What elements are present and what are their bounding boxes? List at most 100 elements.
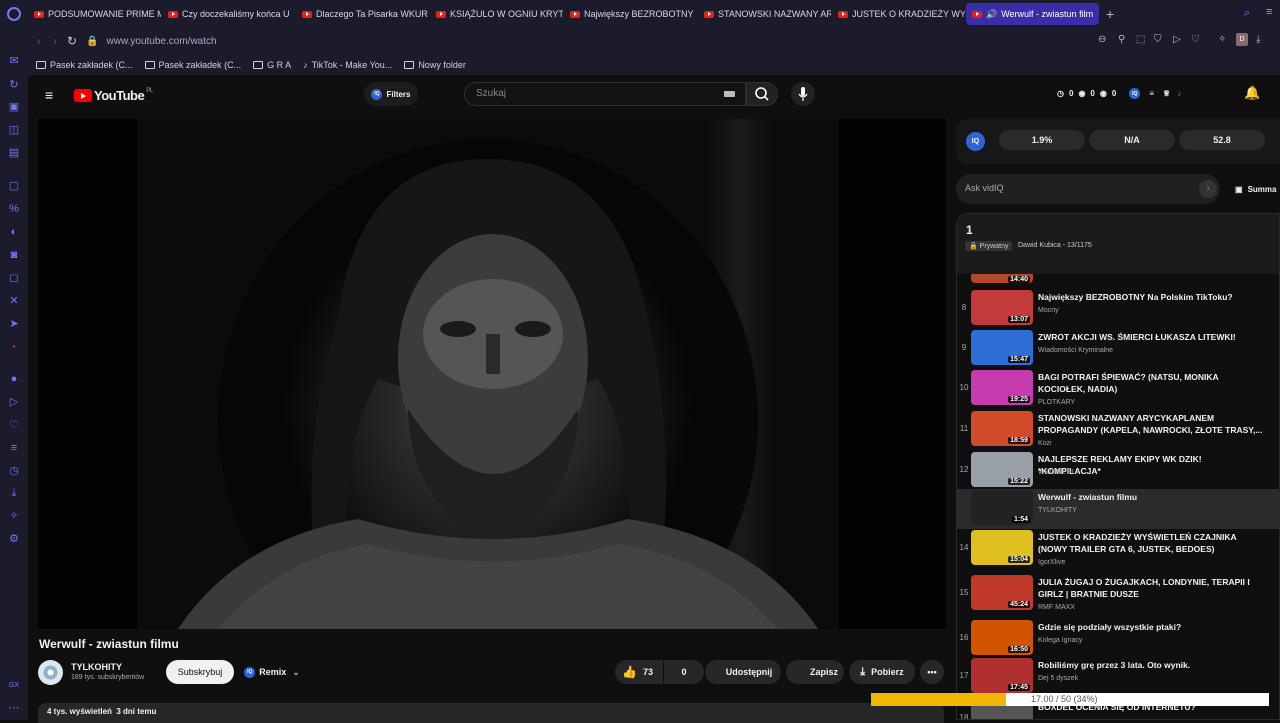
playlist-item-channel[interactable]: Kozi [1038,440,1052,447]
video-player[interactable] [38,119,946,629]
playlist-item-title[interactable]: Robiliśmy grę przez 3 lata. Oto wynik. [1038,659,1263,671]
alert-icon[interactable]: ♪ [1177,89,1181,98]
sidebar-messenger-icon[interactable]: ◐ [8,226,20,238]
playlist-item[interactable]: 14 15:04 JUSTEK O KRADZIEŻY WYŚWIETLEŃ CZA… [957,529,1279,569]
playlist-item-title[interactable]: JUSTEK O KRADZIEŻY WYŚWIETLEŃ CZAJNIKA (… [1038,531,1263,555]
tab-7[interactable]: JUSTEK O KRADZIEŻY WY [832,3,965,25]
playlist-item-channel[interactable]: Mocny [1038,307,1059,314]
playlist-item[interactable]: 11 18:59 STANOWSKI NAZWANY ARYCYKAPLANEM P… [957,410,1279,450]
playlist-item-thumbnail[interactable]: 15:47 [971,330,1033,365]
sidebar-gx-icon[interactable]: GX [8,680,20,692]
download-icon[interactable]: ⤓ [1256,34,1260,45]
playlist-item[interactable]: 17 17:45 Robiliśmy grę przez 3 lata. Oto w… [957,657,1279,697]
tab-active[interactable]: 🔊 Werwulf - zwiastun film [966,3,1099,25]
snapshot-icon[interactable]: ⬚ [1136,34,1145,45]
partial-thumbnail[interactable]: 14:40 [971,274,1033,283]
player-icon[interactable]: ▷ [1173,34,1181,45]
ask-vidiq-input[interactable]: Ask vidIQ [956,174,1220,204]
tab-search-icon[interactable]: ⌕ [1244,7,1250,20]
playlist-item-title[interactable]: BAGI POTRAFI ŚPIEWAĆ? (NATSU, MONIKA KOC… [1038,371,1263,395]
sort-icon[interactable]: ≡ [1149,89,1154,98]
sidebar-list-icon[interactable]: ≡ [8,442,20,454]
profile-avatar[interactable]: D [1236,33,1248,46]
playlist-item-title[interactable]: JULIA ŻUGAJ O ŻUGAJKACH, LONDYNIE, TERAP… [1038,576,1263,600]
search-button[interactable] [746,82,778,106]
playlist-item-channel[interactable]: IgorXlive [1038,559,1065,566]
sidebar-twitch-icon[interactable]: ▢ [8,180,20,192]
playlist-item-thumbnail[interactable]: 45:24 [971,575,1033,610]
channel-avatar[interactable] [38,660,63,685]
sidebar-play-icon[interactable]: ▷ [8,396,20,408]
sidebar-refresh-icon[interactable]: ↻ [8,79,20,91]
hamburger-menu-icon[interactable]: ≡ [45,87,53,103]
sidebar-heart-icon[interactable]: ♡ [8,419,20,431]
playlist-item-title[interactable]: Największy BEZROBOTNY Na Polskim TikToku… [1038,291,1263,303]
forward-icon[interactable]: › [53,34,57,48]
playlist-item-title[interactable]: STANOWSKI NAZWANY ARYCYKAPLANEM PROPAGAN… [1038,412,1263,436]
vidiq-remix-button[interactable]: IQ Remix ⌄ [239,660,305,684]
playlist-item[interactable]: 15 45:24 JULIA ŻUGAJ O ŻUGAJKACH, LONDYNIE… [957,574,1279,614]
sidebar-x-icon[interactable]: ✕ [8,295,20,307]
tab-4[interactable]: KSIĄŻULO W OGNIU KRYT [430,3,563,25]
search-input[interactable]: Szukaj [464,82,746,106]
playlist-item-channel[interactable]: Kolega Ignacy [1038,637,1082,644]
channel-name[interactable]: TYLKOHITY [71,662,122,672]
sidebar-app-icon[interactable]: ● [8,341,20,353]
opera-logo-icon[interactable] [0,0,28,28]
subscribe-button[interactable]: Subskrybuj [166,660,234,684]
playlist-item[interactable]: 8 13:07 Największy BEZROBOTNY Na Polskim T… [957,289,1279,329]
more-actions-button[interactable]: ••• [920,660,944,684]
vidiq-icon[interactable]: IQ [1129,88,1141,99]
tab-1[interactable]: PODSUMOWANIE PRIME M [28,3,161,25]
keyboard-icon[interactable] [724,91,735,97]
tab-menu-icon[interactable]: ≡ [1266,6,1272,18]
bookmark-folder-3[interactable]: G R A [253,60,291,70]
playlist-item-thumbnail[interactable]: 17:45 [971,658,1033,693]
back-icon[interactable]: ‹ [37,34,41,48]
notifications-bell-icon[interactable]: 🔔 [1244,85,1260,101]
bookmark-tiktok[interactable]: ♪ TikTok - Make You... [303,60,392,70]
playlist-item[interactable]: 12 15:22 NAJLEPSZE REKLAMY EKIPY WK DZIK! … [957,451,1279,491]
sidebar-settings-icon[interactable]: ⚙ [8,533,20,545]
playlist-item-title[interactable]: ZWROT AKCJI WS. ŚMIERCI ŁUKASZA LITEWKI! [1038,331,1263,343]
playlist-item[interactable]: 10 19:25 BAGI POTRAFI ŚPIEWAĆ? (NATSU, MON… [957,369,1279,409]
playlist-item-channel[interactable]: Wiadomości Kryminalne [1038,347,1113,354]
tab-2[interactable]: Czy doczekaliśmy końca U [162,3,295,25]
bookmark-folder-2[interactable]: Pasek zakładek (C... [144,60,241,70]
zoom-icon[interactable]: ⊖ [1098,34,1106,45]
sidebar-tile-icon[interactable]: ▤ [8,147,20,159]
tab-6[interactable]: STANOWSKI NAZWANY AR [698,3,831,25]
voice-search-button[interactable] [791,82,815,106]
sidebar-wallet-icon[interactable]: ◫ [8,124,20,136]
heart-icon[interactable]: ♡ [1191,34,1200,45]
video-description-meta[interactable]: 4 tys. wyświetleń 3 dni temu [38,703,944,723]
playlist-item-channel[interactable]: RMF MAXX [1038,604,1075,611]
shield-icon[interactable]: ⛉ [1154,34,1162,45]
ask-vidiq-send-icon[interactable]: › [1199,180,1217,198]
save-button[interactable]: Zapisz [786,660,844,684]
pin-icon[interactable]: ⚲ [1118,34,1125,45]
extensions-icon[interactable]: ✧ [1218,34,1226,45]
vidiq-logo-icon[interactable]: IQ [966,132,985,151]
playlist-title[interactable]: 1 [966,223,973,237]
tab-3[interactable]: Dlaczego Ta Pisarka WKUR [296,3,429,25]
sidebar-instagram-icon[interactable]: ◻ [8,272,20,284]
bookmark-folder-5[interactable]: Nowy folder [404,60,466,70]
playlist-item-channel[interactable]: WKDZIK PL [1038,469,1076,476]
playlist-item-thumbnail[interactable]: 19:25 [971,370,1033,405]
sidebar-more-icon[interactable]: ⋯ [8,702,20,714]
playlist-item-channel[interactable]: PLOTKARY [1038,399,1075,406]
speaker-icon[interactable]: 🔊 [986,9,997,20]
playlist-item-title[interactable]: Gdzie się podziały wszystkie ptaki? [1038,621,1263,633]
dislike-button[interactable]: 0 [664,660,704,684]
sidebar-telegram-icon[interactable]: ➤ [8,318,20,330]
reload-icon[interactable]: ↻ [67,34,77,48]
playlist-item-channel[interactable]: TYLKOHITY [1038,507,1077,514]
playlist-item-title[interactable]: Werwulf - zwiastun filmu [1038,491,1263,503]
playlist-item[interactable]: 16 16:50 Gdzie się podziały wszystkie ptak… [957,619,1279,659]
download-button[interactable]: ⤓ Pobierz [849,660,915,684]
playlist-item-thumbnail[interactable]: 18:59 [971,411,1033,446]
sidebar-music-icon[interactable]: ● [8,373,20,385]
playlist-item-thumbnail[interactable]: 13:07 [971,290,1033,325]
playlist-item-thumbnail[interactable]: 15:22 [971,452,1033,487]
